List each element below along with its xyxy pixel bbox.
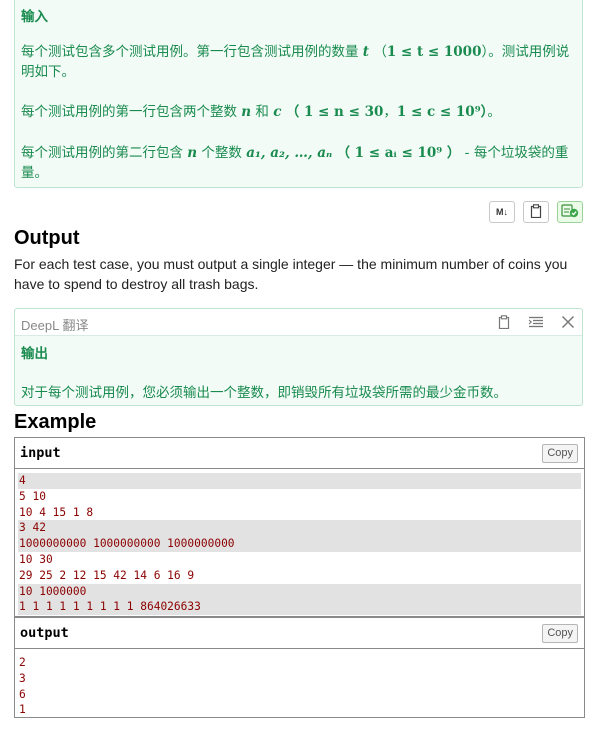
output-line: 3 [19, 671, 26, 685]
p2-comma: ， [383, 104, 397, 120]
markdown-label: M↓ [496, 207, 508, 217]
translation-paragraph-2: 每个测试用例的第一行包含两个整数 n 和 c （ 1 ≤ n ≤ 30，1 ≤ … [21, 102, 572, 122]
p3-seq: a₁, a₂, …, aₙ [246, 145, 333, 161]
copy-output-button[interactable]: Copy [542, 624, 578, 643]
p2-math-1: （ 1 ≤ n ≤ 30 [285, 104, 384, 120]
sample-input-title: input [20, 445, 61, 461]
close-icon[interactable] [559, 313, 577, 331]
clipboard-icon[interactable] [495, 313, 513, 331]
sample-input-code[interactable]: 45 10 10 4 15 1 83 42 1000000000 100000000… [15, 469, 584, 617]
output-line: 6 [19, 687, 26, 701]
output-line: 1 [19, 703, 26, 717]
input-line: 10 1000000 [18, 583, 581, 600]
p3-math: （ 1 ≤ aᵢ ≤ 10⁹ ） [336, 145, 461, 161]
markdown-button[interactable]: M↓ [489, 201, 515, 223]
clipboard-icon [530, 203, 542, 221]
sample-output-title: output [20, 625, 69, 641]
sample-output-code[interactable]: 2 3 6 1 [15, 649, 584, 720]
output-line: 2 [19, 656, 26, 669]
sample-output: output Copy 2 3 6 1 [14, 617, 585, 718]
translation-paragraph-1: 每个测试包含多个测试用例。第一行包含测试用例的数量 t （1 ≤ t ≤ 100… [21, 42, 572, 82]
translation-input-heading: 输入 [21, 9, 48, 25]
copy-text-button[interactable] [523, 201, 549, 223]
p2-and: 和 [255, 104, 269, 120]
format-lines-icon[interactable] [527, 313, 545, 331]
example-heading: Example [14, 411, 97, 433]
p1-text: 每个测试包含多个测试用例。第一行包含测试用例的数量 [21, 44, 359, 60]
p3-var-n: n [187, 145, 198, 161]
p1-var-t: t [362, 44, 370, 60]
p2-math-2: 1 ≤ c ≤ 10⁹） [396, 104, 488, 120]
p2-var-n: n [241, 104, 252, 120]
input-line: 1 1 1 1 1 1 1 1 1 864026633 [18, 599, 581, 616]
deepl-output-heading: 输出 [21, 346, 48, 362]
deepl-translation-box: DeepL 翻译 输出 对于每个测试用例，您必须输出一个整数，即销毁所有垃圾袋所… [14, 308, 583, 406]
p3-text: 每个测试用例的第二行包含 [21, 145, 183, 161]
deepl-output-text: 对于每个测试用例，您必须输出一个整数，即销毁所有垃圾袋所需的最少金币数。 [21, 385, 507, 401]
p2-text: 每个测试用例的第一行包含两个整数 [21, 104, 237, 120]
output-heading: Output [14, 227, 80, 249]
deepl-header: DeepL 翻译 [15, 309, 582, 336]
deepl-label: DeepL 翻译 [21, 318, 89, 333]
p2-end: 。 [487, 104, 501, 120]
input-line: 4 [18, 473, 581, 489]
p1-math: 1 ≤ t ≤ 1000 [386, 44, 482, 60]
input-line: 29 25 2 12 15 42 14 6 16 9 [19, 568, 195, 582]
sample-output-title-bar: output Copy [15, 618, 584, 649]
p2-var-c: c [273, 104, 282, 120]
sample-input: input Copy 45 10 10 4 15 1 83 42 100000000… [14, 437, 585, 617]
p3-text-2: 个整数 [201, 145, 242, 161]
sample-input-title-bar: input Copy [15, 438, 584, 469]
translate-check-icon [561, 203, 579, 221]
copy-input-button[interactable]: Copy [542, 444, 578, 463]
input-line: 1000000000 1000000000 1000000000 [18, 536, 581, 552]
input-line: 10 4 15 1 8 [19, 505, 94, 519]
input-line: 10 30 [19, 552, 53, 566]
output-description: For each test case, you must output a si… [14, 256, 568, 292]
input-line: 3 42 [18, 520, 581, 537]
input-translation-box: 输入 每个测试包含多个测试用例。第一行包含测试用例的数量 t （1 ≤ t ≤ … [14, 0, 583, 188]
translate-button[interactable] [557, 201, 583, 223]
input-line: 5 10 [19, 489, 46, 503]
p1-paren: （ [373, 44, 387, 60]
translation-paragraph-3: 每个测试用例的第二行包含 n 个整数 a₁, a₂, …, aₙ （ 1 ≤ a… [21, 143, 572, 183]
